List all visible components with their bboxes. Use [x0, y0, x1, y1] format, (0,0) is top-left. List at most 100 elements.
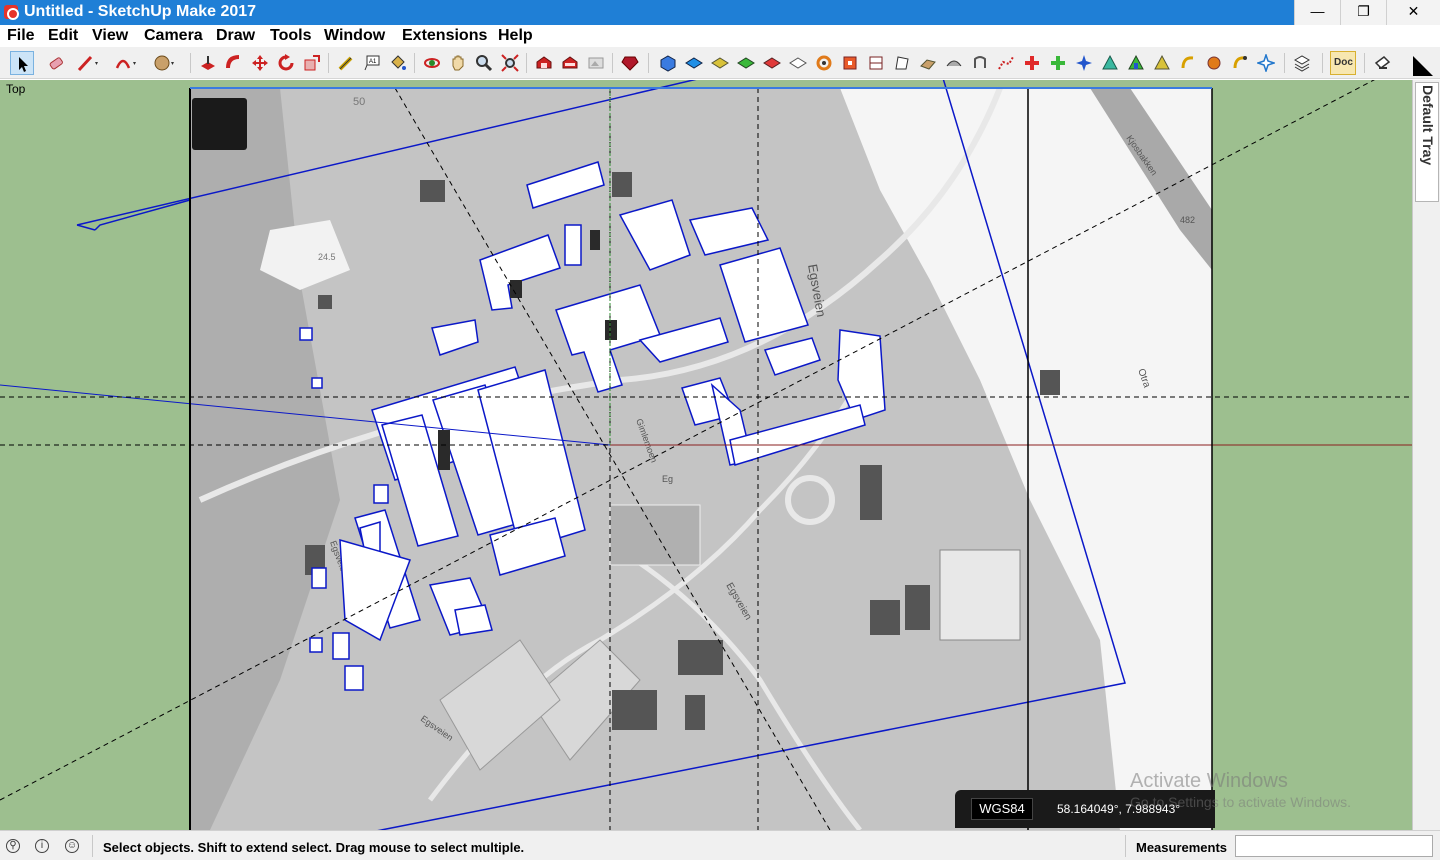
tape-measure-tool-icon[interactable]: [334, 51, 358, 75]
move-tool-icon[interactable]: [248, 51, 272, 75]
ruby-tool-icon[interactable]: [618, 51, 642, 75]
sketchup-app-icon: [4, 5, 19, 20]
map-building: [905, 585, 930, 630]
look-around-tool-icon[interactable]: [812, 51, 836, 75]
layers-tool-icon[interactable]: [1290, 51, 1314, 75]
geo-tool-4-icon[interactable]: [1228, 51, 1252, 75]
geo-tool-5-icon[interactable]: [1254, 51, 1278, 75]
follow-me-tool-icon[interactable]: [222, 51, 246, 75]
default-tray-tab[interactable]: Default Tray: [1415, 82, 1439, 202]
doc-tool-label: Doc: [1334, 57, 1353, 68]
select-tool-icon[interactable]: [10, 51, 34, 75]
geo-tool-3-icon[interactable]: [1202, 51, 1226, 75]
building-footprint: [309, 637, 323, 653]
map-building: [612, 172, 632, 197]
measurements-label: Measurements: [1136, 840, 1228, 855]
toggle-terrain-icon[interactable]: [1098, 51, 1122, 75]
stamp-tool-icon[interactable]: [968, 51, 992, 75]
menu-edit[interactable]: Edit: [48, 27, 78, 45]
section-plane-tool-icon[interactable]: [838, 51, 862, 75]
doc-tool-icon[interactable]: Doc: [1330, 51, 1356, 75]
menu-view[interactable]: View: [92, 27, 128, 45]
map-building: [870, 600, 900, 635]
toolbar-overflow-icon[interactable]: [1408, 51, 1433, 76]
rotate-tool-icon[interactable]: [274, 51, 298, 75]
left-view-icon[interactable]: [786, 51, 810, 75]
user-icon[interactable]: ☺: [65, 839, 79, 853]
menu-bar: File Edit View Camera Draw Tools Window …: [0, 25, 1440, 47]
front-view-icon[interactable]: [708, 51, 732, 75]
map-building: [1040, 370, 1060, 395]
pan-tool-icon[interactable]: [446, 51, 470, 75]
map-label-contour: 50: [353, 96, 365, 108]
geo-tool-1-icon[interactable]: [1150, 51, 1174, 75]
svg-text:A1: A1: [369, 59, 377, 65]
menu-file[interactable]: File: [7, 27, 35, 45]
scene-drawing[interactable]: 50 24.5 482 Otra Egsveien Egsveien Egsve…: [0, 80, 1412, 830]
dark-panel: [192, 98, 247, 150]
close-button[interactable]: ✕: [1386, 0, 1440, 25]
map-building: [685, 695, 705, 730]
scale-tool-icon[interactable]: [300, 51, 324, 75]
shadow-tool-icon[interactable]: [1370, 51, 1394, 75]
window-title: Untitled - SketchUp Make 2017: [24, 3, 257, 20]
add-location-icon[interactable]: [1072, 51, 1096, 75]
sandbox-scratch-icon[interactable]: [916, 51, 940, 75]
text-tool-icon[interactable]: A1: [360, 51, 384, 75]
map-label-elev: 24.5: [318, 252, 336, 262]
activate-windows-title: Activate Windows: [1130, 770, 1288, 792]
menu-tools[interactable]: Tools: [270, 27, 311, 45]
menu-camera[interactable]: Camera: [144, 27, 203, 45]
section-display-tool-icon[interactable]: [864, 51, 888, 75]
activate-windows-subtitle: Go to Settings to activate Windows.: [1130, 794, 1351, 810]
top-view-icon[interactable]: [682, 51, 706, 75]
map-building: [678, 640, 723, 675]
push-pull-tool-icon[interactable]: [196, 51, 220, 75]
building-footprint: [344, 665, 364, 691]
restore-button[interactable]: ❐: [1340, 0, 1386, 25]
add-detail-tool-icon[interactable]: [1020, 51, 1044, 75]
zoom-tool-icon[interactable]: [472, 51, 496, 75]
sandbox-contours-icon[interactable]: [890, 51, 914, 75]
eraser-tool-icon[interactable]: [44, 51, 68, 75]
menu-help[interactable]: Help: [498, 27, 533, 45]
smoove-tool-icon[interactable]: [942, 51, 966, 75]
credits-icon[interactable]: i: [35, 839, 49, 853]
map-building: [318, 295, 332, 309]
zoom-extents-tool-icon[interactable]: [498, 51, 522, 75]
measurements-input[interactable]: [1235, 835, 1433, 857]
menu-window[interactable]: Window: [324, 27, 385, 45]
photo-textures-icon[interactable]: [1124, 51, 1148, 75]
model-viewport[interactable]: 50 24.5 482 Otra Egsveien Egsveien Egsve…: [0, 80, 1412, 830]
building-footprint: [311, 567, 327, 589]
building-footprint: [299, 327, 313, 341]
layout-tool-icon[interactable]: [584, 51, 608, 75]
minimize-button[interactable]: —: [1294, 0, 1340, 25]
datum-label: WGS84: [971, 798, 1033, 820]
menu-draw[interactable]: Draw: [216, 27, 255, 45]
status-message: Select objects. Shift to extend select. …: [103, 840, 525, 855]
geo-tool-2-icon[interactable]: [1176, 51, 1200, 75]
map-building: [612, 690, 657, 730]
building-footprint: [311, 377, 323, 389]
orbit-tool-icon[interactable]: [420, 51, 444, 75]
paint-bucket-tool-icon[interactable]: [386, 51, 410, 75]
drape-tool-icon[interactable]: [994, 51, 1018, 75]
selection-bounds-inner: [94, 199, 191, 231]
iso-view-icon[interactable]: [656, 51, 680, 75]
shapes-tool-icon[interactable]: [150, 51, 174, 75]
arc-tool-icon[interactable]: [112, 51, 136, 75]
map-building: [860, 465, 882, 520]
line-tool-icon[interactable]: [74, 51, 98, 75]
building-footprint: [564, 224, 582, 266]
menu-extensions[interactable]: Extensions: [402, 27, 487, 45]
flip-edge-tool-icon[interactable]: [1046, 51, 1070, 75]
right-view-icon[interactable]: [734, 51, 758, 75]
extension-warehouse-tool-icon[interactable]: [558, 51, 582, 75]
main-toolbar: A1 Doc: [0, 47, 1440, 79]
back-view-icon[interactable]: [760, 51, 784, 75]
warehouse-tool-icon[interactable]: [532, 51, 556, 75]
field-lot: [939, 549, 1021, 641]
building-footprint: [454, 604, 493, 636]
geolocation-icon[interactable]: ⚲: [6, 839, 20, 853]
